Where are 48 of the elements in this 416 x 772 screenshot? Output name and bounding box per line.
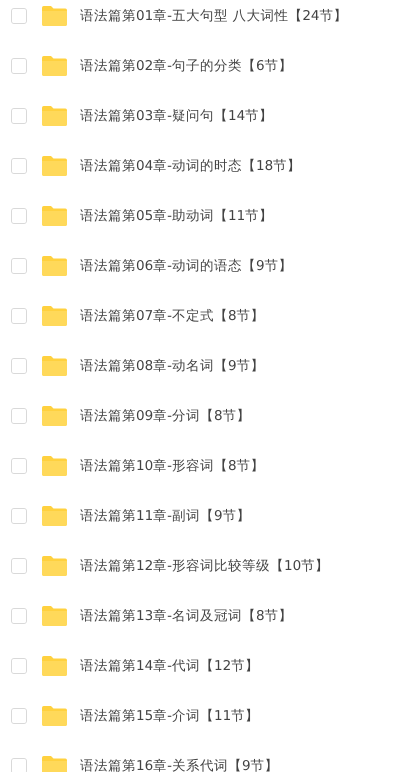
checkbox[interactable]	[11, 308, 27, 324]
checkbox[interactable]	[11, 608, 27, 624]
checkbox[interactable]	[11, 158, 27, 174]
folder-name[interactable]: 语法篇第10章-形容词【8节】	[80, 457, 265, 475]
folder-name[interactable]: 语法篇第05章-助动词【11节】	[80, 207, 274, 225]
checkbox[interactable]	[11, 758, 27, 772]
folder-icon	[42, 6, 67, 26]
folder-name[interactable]: 语法篇第15章-介词【11节】	[80, 707, 260, 725]
folder-icon	[42, 606, 67, 626]
folder-name[interactable]: 语法篇第09章-分词【8节】	[80, 407, 251, 425]
folder-icon	[42, 106, 67, 126]
checkbox[interactable]	[11, 458, 27, 474]
checkbox[interactable]	[11, 508, 27, 524]
folder-icon	[42, 406, 67, 426]
checkbox[interactable]	[11, 8, 27, 24]
folder-name[interactable]: 语法篇第07章-不定式【8节】	[80, 307, 265, 325]
folder-name[interactable]: 语法篇第08章-动名词【9节】	[80, 357, 265, 375]
folder-name[interactable]: 语法篇第04章-动词的时态【18节】	[80, 157, 302, 175]
folder-name[interactable]: 语法篇第03章-疑问句【14节】	[80, 107, 274, 125]
folder-name[interactable]: 语法篇第14章-代词【12节】	[80, 657, 260, 675]
folder-name[interactable]: 语法篇第16章-关系代词【9节】	[80, 757, 279, 772]
checkbox[interactable]	[11, 558, 27, 574]
folder-name[interactable]: 语法篇第02章-句子的分类【6节】	[80, 57, 293, 75]
checkbox[interactable]	[11, 258, 27, 274]
folder-name[interactable]: 语法篇第11章-副词【9节】	[80, 507, 251, 525]
checkbox[interactable]	[11, 658, 27, 674]
checkbox[interactable]	[11, 358, 27, 374]
folder-icon	[42, 356, 67, 376]
checkbox[interactable]	[11, 108, 27, 124]
folder-icon	[42, 656, 67, 676]
folder-name[interactable]: 语法篇第13章-名词及冠词【8节】	[80, 607, 293, 625]
folder-icon	[42, 256, 67, 276]
folder-icon	[42, 506, 67, 526]
folder-icon	[42, 156, 67, 176]
folder-name[interactable]: 语法篇第06章-动词的语态【9节】	[80, 257, 293, 275]
checkbox[interactable]	[11, 58, 27, 74]
folder-icon	[42, 456, 67, 476]
folder-icon	[42, 56, 67, 76]
folder-icon	[42, 206, 67, 226]
checkbox[interactable]	[11, 708, 27, 724]
folder-name[interactable]: 语法篇第12章-形容词比较等级【10节】	[80, 557, 330, 575]
folder-name[interactable]: 语法篇第01章-五大句型 八大词性【24节】	[80, 7, 348, 25]
folder-icon	[42, 706, 67, 726]
checkbox[interactable]	[11, 408, 27, 424]
folder-icon	[42, 306, 67, 326]
checkbox[interactable]	[11, 208, 27, 224]
folder-icon	[42, 556, 67, 576]
folder-icon	[42, 756, 67, 772]
